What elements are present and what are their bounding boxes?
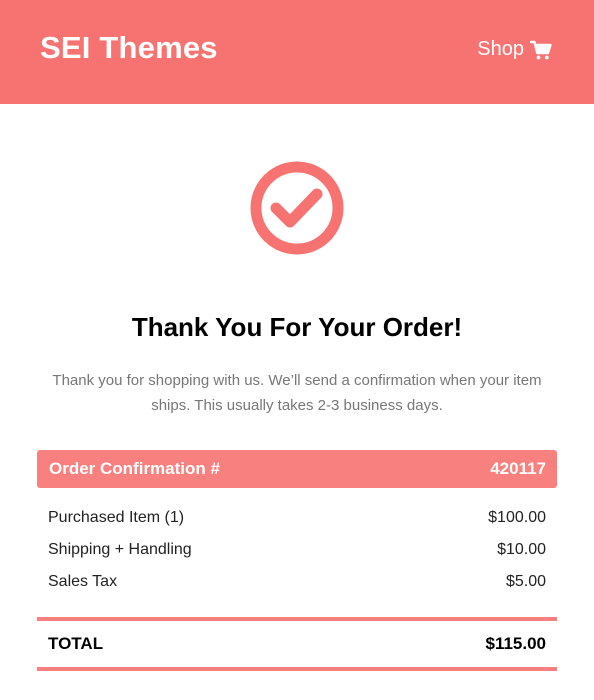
line-item: Shipping + Handling $10.00 xyxy=(48,541,546,573)
line-item-name: Shipping + Handling xyxy=(48,541,192,558)
line-item-amount: $5.00 xyxy=(505,573,546,590)
line-item-name: Sales Tax xyxy=(48,573,118,590)
total-label: TOTAL xyxy=(48,634,104,653)
line-item-amount: $10.00 xyxy=(497,541,546,558)
order-confirmation-label: Order Confirmation # xyxy=(49,459,220,478)
brand-logo-link[interactable]: SEI Themes xyxy=(40,30,218,66)
line-item-amount: $100.00 xyxy=(488,509,546,526)
line-item-name: Purchased Item (1) xyxy=(48,509,185,526)
order-total-row: TOTAL $115.00 xyxy=(48,634,546,654)
confirmation-message: Thank you for shopping with us. We’ll se… xyxy=(52,372,542,414)
total-divider-top xyxy=(37,617,557,621)
line-item: Sales Tax $5.00 xyxy=(48,573,546,605)
shop-label: Shop xyxy=(477,38,524,60)
line-item: Purchased Item (1) $100.00 xyxy=(48,509,546,541)
order-line-items: Purchased Item (1) $100.00 Shipping + Ha… xyxy=(48,509,546,605)
order-confirmation-bar: Order Confirmation # 420117 xyxy=(37,450,557,488)
checkmark-circle-icon xyxy=(249,160,345,256)
total-divider-bottom xyxy=(37,667,557,671)
site-header: SEI Themes Shop xyxy=(0,0,594,104)
total-amount: $115.00 xyxy=(485,634,546,653)
shop-link[interactable]: Shop xyxy=(477,38,552,61)
cart-icon xyxy=(530,40,552,59)
page-title: Thank You For Your Order! xyxy=(131,312,463,342)
order-number: 420117 xyxy=(490,459,546,478)
